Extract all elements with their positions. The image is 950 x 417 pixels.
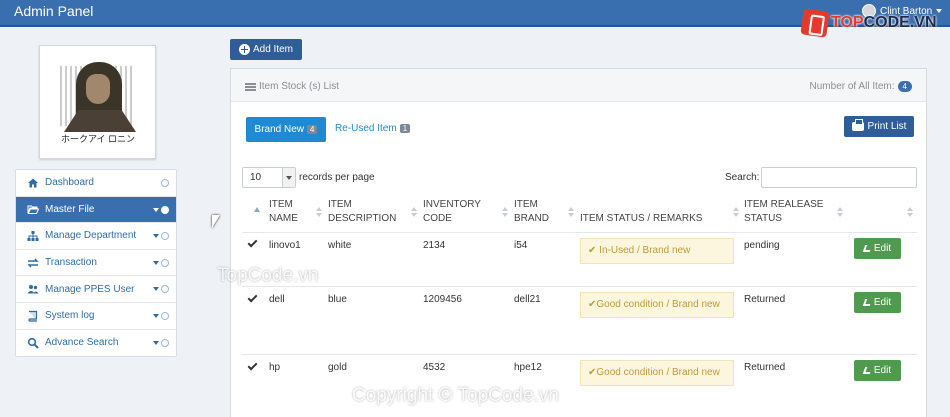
circle-icon xyxy=(161,232,169,241)
sort-icon[interactable] xyxy=(568,207,574,217)
column-header-item-status[interactable]: ITEM STATUS / REMARKS xyxy=(580,212,702,226)
circle-icon xyxy=(161,258,169,267)
copyright-watermark: Copyright © TopCode.vn xyxy=(352,385,559,406)
cell-item-name: dell xyxy=(269,294,285,305)
cell-release-status: Returned xyxy=(744,362,786,373)
chevron-down-icon xyxy=(153,340,159,345)
chevron-down-icon xyxy=(153,313,159,318)
sidebar-item-system-log[interactable]: System log xyxy=(16,303,176,330)
cell-item-name: linovo1 xyxy=(269,240,301,251)
sort-icon[interactable] xyxy=(411,207,417,217)
sort-icon[interactable] xyxy=(733,207,739,217)
circle-icon xyxy=(161,179,169,187)
cell-item-brand: dell21 xyxy=(514,294,541,305)
cell-item-description: gold xyxy=(328,362,347,373)
sidebar-item-master-file[interactable]: Master File xyxy=(16,196,176,224)
users-icon xyxy=(27,283,39,295)
column-header-inventory-code[interactable]: INVENTORY CODE xyxy=(423,198,481,226)
print-icon xyxy=(851,119,864,131)
status-alert: ✔Good condition / Brand new xyxy=(580,360,734,386)
sidebar-item-transaction[interactable]: Transaction xyxy=(16,250,176,277)
records-per-page-label: records per page xyxy=(299,172,375,183)
chevron-down-icon xyxy=(153,234,159,239)
sidebar-item-manage-department[interactable]: Manage Department xyxy=(16,223,176,250)
watermark-logo: TOPCODE.VN xyxy=(800,8,937,38)
cell-item-brand: i54 xyxy=(514,240,528,251)
tab-count-badge: 1 xyxy=(399,124,411,133)
circle-icon xyxy=(161,311,169,320)
cell-item-description: blue xyxy=(328,294,347,305)
home-icon xyxy=(27,177,39,189)
tab-brand-new[interactable]: Brand New 4 xyxy=(246,117,326,142)
cell-item-brand: hpe12 xyxy=(514,362,542,373)
sort-ascending-icon[interactable] xyxy=(254,207,260,212)
check-icon xyxy=(247,237,258,248)
list-icon xyxy=(245,82,256,91)
item-stock-panel: Item Stock (s) List Number of All Item: 4… xyxy=(230,68,927,417)
folder-open-icon xyxy=(27,203,40,215)
search-icon xyxy=(27,337,39,349)
edit-button[interactable]: Edit xyxy=(854,292,901,313)
pencil-icon xyxy=(862,367,873,374)
column-header-item-brand[interactable]: ITEM BRAND xyxy=(514,198,549,226)
pencil-icon xyxy=(862,245,873,252)
cell-inventory-code: 4532 xyxy=(423,362,446,373)
chevron-down-icon xyxy=(282,168,295,187)
edit-button[interactable]: Edit xyxy=(854,360,901,381)
watermark-logo-icon xyxy=(800,8,830,38)
sidebar-item-advance-search[interactable]: Advance Search xyxy=(16,330,176,357)
tab-count-badge: 4 xyxy=(307,125,318,134)
sidebar-item-manage-ppes-user[interactable]: Manage PPES User xyxy=(16,276,176,303)
edit-button[interactable]: Edit xyxy=(854,238,901,259)
cell-inventory-code: 2134 xyxy=(423,240,446,251)
chevron-down-icon xyxy=(936,9,943,13)
plus-circle-icon xyxy=(238,44,250,55)
profile-caption: ホークアイ ロニン xyxy=(60,134,136,144)
chevron-down-icon xyxy=(153,207,159,212)
cell-item-name: hp xyxy=(269,362,281,373)
tab-re-used-item[interactable]: Re-Used Item 1 xyxy=(335,123,411,134)
circle-icon xyxy=(161,285,169,294)
watermark-text: TopCode.vn xyxy=(217,265,319,286)
mouse-cursor-icon xyxy=(212,215,220,228)
app-brand[interactable]: Admin Panel xyxy=(14,3,93,19)
item-count-label: Number of All Item: xyxy=(809,81,895,92)
sidebar-menu: Dashboard Master File Manage Department … xyxy=(15,169,177,358)
chevron-down-icon xyxy=(153,260,159,265)
pencil-icon xyxy=(862,299,873,306)
records-per-page-select[interactable]: 10 xyxy=(242,167,296,188)
panel-title: Item Stock (s) List xyxy=(259,81,340,92)
cell-item-description: white xyxy=(328,240,352,251)
chevron-down-icon xyxy=(153,287,159,292)
search-label: Search: xyxy=(725,172,760,183)
status-alert: ✔ In-Used / Brand new xyxy=(580,238,734,264)
check-icon xyxy=(247,292,258,303)
column-header-item-description[interactable]: ITEM DESCRIPTION xyxy=(328,198,396,226)
book-icon xyxy=(27,310,39,322)
sitemap-icon xyxy=(27,230,39,242)
column-header-item-name[interactable]: ITEM NAME xyxy=(269,198,298,226)
add-item-button[interactable]: Add Item xyxy=(230,39,302,60)
search-input[interactable] xyxy=(761,167,917,188)
status-alert: ✔Good condition / Brand new xyxy=(580,292,734,318)
profile-picture: ホークアイ ロニン xyxy=(39,45,156,159)
exchange-icon xyxy=(27,257,39,269)
panel-header: Item Stock (s) List Number of All Item: 4 xyxy=(231,69,926,102)
circle-icon xyxy=(161,338,169,347)
print-list-button[interactable]: Print List xyxy=(844,116,914,137)
item-count-badge: 4 xyxy=(897,81,912,92)
sidebar-item-dashboard[interactable]: Dashboard xyxy=(16,170,176,197)
check-icon: ✔ xyxy=(588,245,600,256)
sort-icon[interactable] xyxy=(316,207,322,217)
cell-inventory-code: 1209456 xyxy=(423,294,462,305)
cell-release-status: Returned xyxy=(744,294,786,305)
column-header-release-status[interactable]: ITEM REALEASE STATUS xyxy=(744,198,823,226)
sort-icon[interactable] xyxy=(837,207,843,217)
circle-icon xyxy=(161,205,169,214)
check-icon xyxy=(247,360,258,371)
sort-icon[interactable] xyxy=(502,207,508,217)
sort-icon[interactable] xyxy=(907,207,913,217)
cell-release-status: pending xyxy=(744,240,780,251)
